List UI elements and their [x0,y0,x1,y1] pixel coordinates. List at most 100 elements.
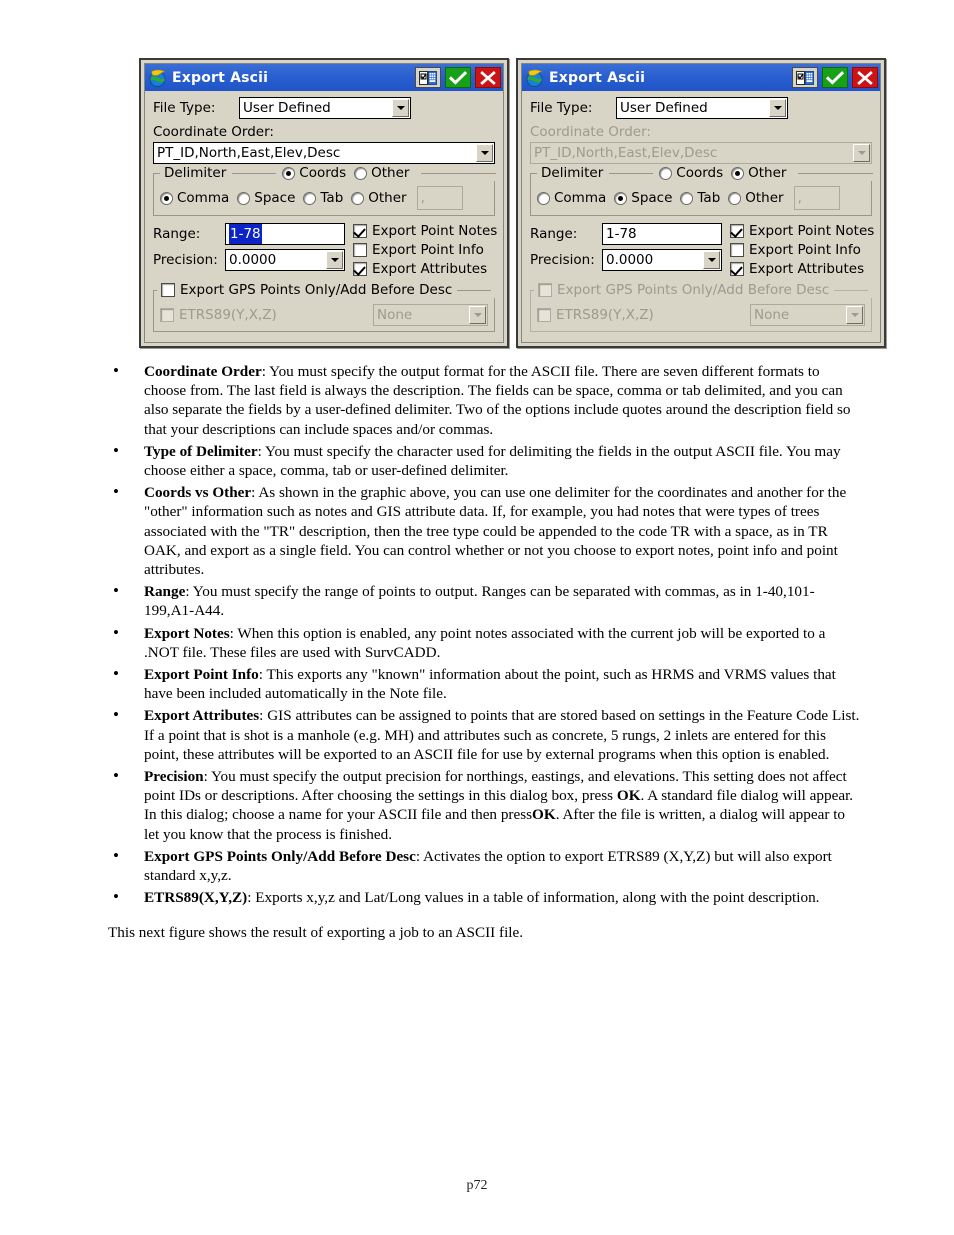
chevron-down-icon[interactable] [469,306,486,324]
export-attributes-checkbox[interactable]: Export Attributes [353,261,487,277]
file-type-row: File Type: User Defined [153,97,495,119]
globe-icon [525,68,545,88]
term-label: Range [144,583,186,601]
precision-select[interactable]: 0.0000 [602,249,722,271]
precision-select[interactable]: 0.0000 [225,249,345,271]
coordinate-order-select: PT_ID,North,East,Elev,Desc [530,142,872,164]
delimiter-custom-input[interactable]: , [416,186,463,210]
checkbox-icon [353,243,367,257]
coordinate-order-value: PT_ID,North,East,Elev,Desc [157,145,341,161]
delimiter-space-radio[interactable]: Space [237,190,295,206]
export-point-info-checkbox[interactable]: Export Point Info [353,242,484,258]
delimiter-scope-other-radio[interactable]: Other [354,165,409,181]
coordinate-order-block: Coordinate Order: PT_ID,North,East,Elev,… [153,124,495,164]
delimiter-tab-radio[interactable]: Tab [303,190,343,206]
page-number: p72 [466,1178,488,1193]
delimiter-legend-row: Delimiter Coords Other [160,165,500,181]
checkbox-icon [353,224,367,238]
precision-row: Precision: 0.0000 [530,249,722,271]
radio-dot-icon [303,191,317,205]
page-footer: p72 [0,1178,954,1194]
export-point-info-checkbox[interactable]: Export Point Info [730,242,861,258]
chevron-down-icon[interactable] [392,99,409,117]
file-type-label: File Type: [153,100,216,116]
chevron-down-icon[interactable] [476,144,493,162]
checkbox-icon [538,283,552,297]
coordinate-order-select[interactable]: PT_ID,North,East,Elev,Desc [153,142,495,164]
term-label: Export Point Info [144,666,259,684]
delimiter-other-radio[interactable]: Other [728,190,784,206]
list-item: Coordinate Order: You must specify the o… [108,361,862,439]
checkbox-icon [730,262,744,276]
etrs89-checkbox[interactable]: ETRS89(Y,X,Z) [160,307,277,323]
export-point-notes-checkbox[interactable]: Export Point Notes [730,223,874,239]
ok-button[interactable] [445,67,471,88]
range-input[interactable]: 1-78 [602,223,722,245]
radio-dot-icon [659,166,673,180]
checkbox-icon [161,283,175,297]
etrs89-select[interactable]: None [373,304,488,326]
coordinate-order-label: Coordinate Order: [530,124,651,140]
gps-group: Export GPS Points Only/Add Before Desc E… [530,282,872,332]
list-item: Coords vs Other: As shown in the graphic… [108,482,862,579]
close-icon[interactable] [852,67,878,88]
file-type-select[interactable]: User Defined [239,97,411,119]
precision-value: 0.0000 [229,252,277,268]
chevron-down-icon[interactable] [326,251,343,269]
term-label: Type of Delimiter [144,442,258,460]
delimiter-tab-radio[interactable]: Tab [680,190,720,206]
export-attributes-checkbox[interactable]: Export Attributes [730,261,864,277]
range-input[interactable]: 1-78 [225,223,345,245]
delimiter-other-radio[interactable]: Other [351,190,407,206]
delimiter-group: Delimiter Coords Other Comma Space Tab O… [530,165,877,216]
term-label: Coords vs Other [144,484,252,502]
file-type-select[interactable]: User Defined [616,97,788,119]
chevron-down-icon[interactable] [769,99,786,117]
term-label: Export Notes [144,624,230,642]
ok-emphasis: OK [616,787,641,805]
range-row: Range: 1-78 [153,223,345,245]
delimiter-comma-radio[interactable]: Comma [537,190,606,206]
chevron-down-icon [853,144,870,162]
delimiter-comma-radio[interactable]: Comma [160,190,229,206]
checkbox-icon [353,262,367,276]
range-value: 1-78 [229,224,262,244]
term-label: Export Attributes [144,707,260,725]
export-point-notes-checkbox[interactable]: Export Point Notes [353,223,497,239]
list-item: ETRS89(X,Y,Z): Exports x,y,z and Lat/Lon… [108,887,862,907]
bullet-list: Coordinate Order: You must specify the o… [108,361,862,907]
delimiter-scope-coords-radio[interactable]: Coords [659,165,723,181]
etrs89-value: None [754,307,790,323]
export-ascii-dialog-right: Export Ascii File Type: User Defined Coo… [516,58,886,348]
keyboard-icon[interactable] [792,67,818,88]
dialog-title: Export Ascii [172,69,269,86]
term-label: Export GPS Points Only/Add Before Desc [144,847,416,865]
checkbox-icon [160,308,174,322]
etrs89-row: ETRS89(Y,X,Z) None [160,304,488,326]
list-item: Export Attributes: GIS attributes can be… [108,705,862,764]
radio-dot-icon [537,191,550,205]
delimiter-group: Delimiter Coords Other Comma Space Tab O… [153,165,500,216]
list-item: Type of Delimiter: You must specify the … [108,441,862,480]
chevron-down-icon[interactable] [703,251,720,269]
etrs89-row: ETRS89(Y,X,Z) None [537,304,865,326]
close-icon[interactable] [475,67,501,88]
delimiter-custom-input[interactable]: , [793,186,840,210]
delimiter-space-radio[interactable]: Space [614,190,672,206]
closing-paragraph: This next figure shows the result of exp… [108,924,524,942]
ok-button[interactable] [822,67,848,88]
radio-dot-icon [237,191,251,205]
dialog-titlebar: Export Ascii [145,64,503,91]
precision-row: Precision: 0.0000 [153,249,345,271]
list-item: Export Notes: When this option is enable… [108,623,862,662]
checkbox-icon [730,243,744,257]
file-type-value: User Defined [243,100,331,116]
delimiter-scope-other-radio[interactable]: Other [731,165,786,181]
etrs89-select: None [750,304,865,326]
delimiter-scope-coords-radio[interactable]: Coords [282,165,346,181]
delimiter-char-row: Comma Space Tab Other , [537,186,865,210]
export-gps-points-only-checkbox[interactable]: Export GPS Points Only/Add Before Desc [161,282,452,298]
radio-dot-icon [731,166,745,180]
keyboard-icon[interactable] [415,67,441,88]
coordinate-order-label: Coordinate Order: [153,124,274,140]
